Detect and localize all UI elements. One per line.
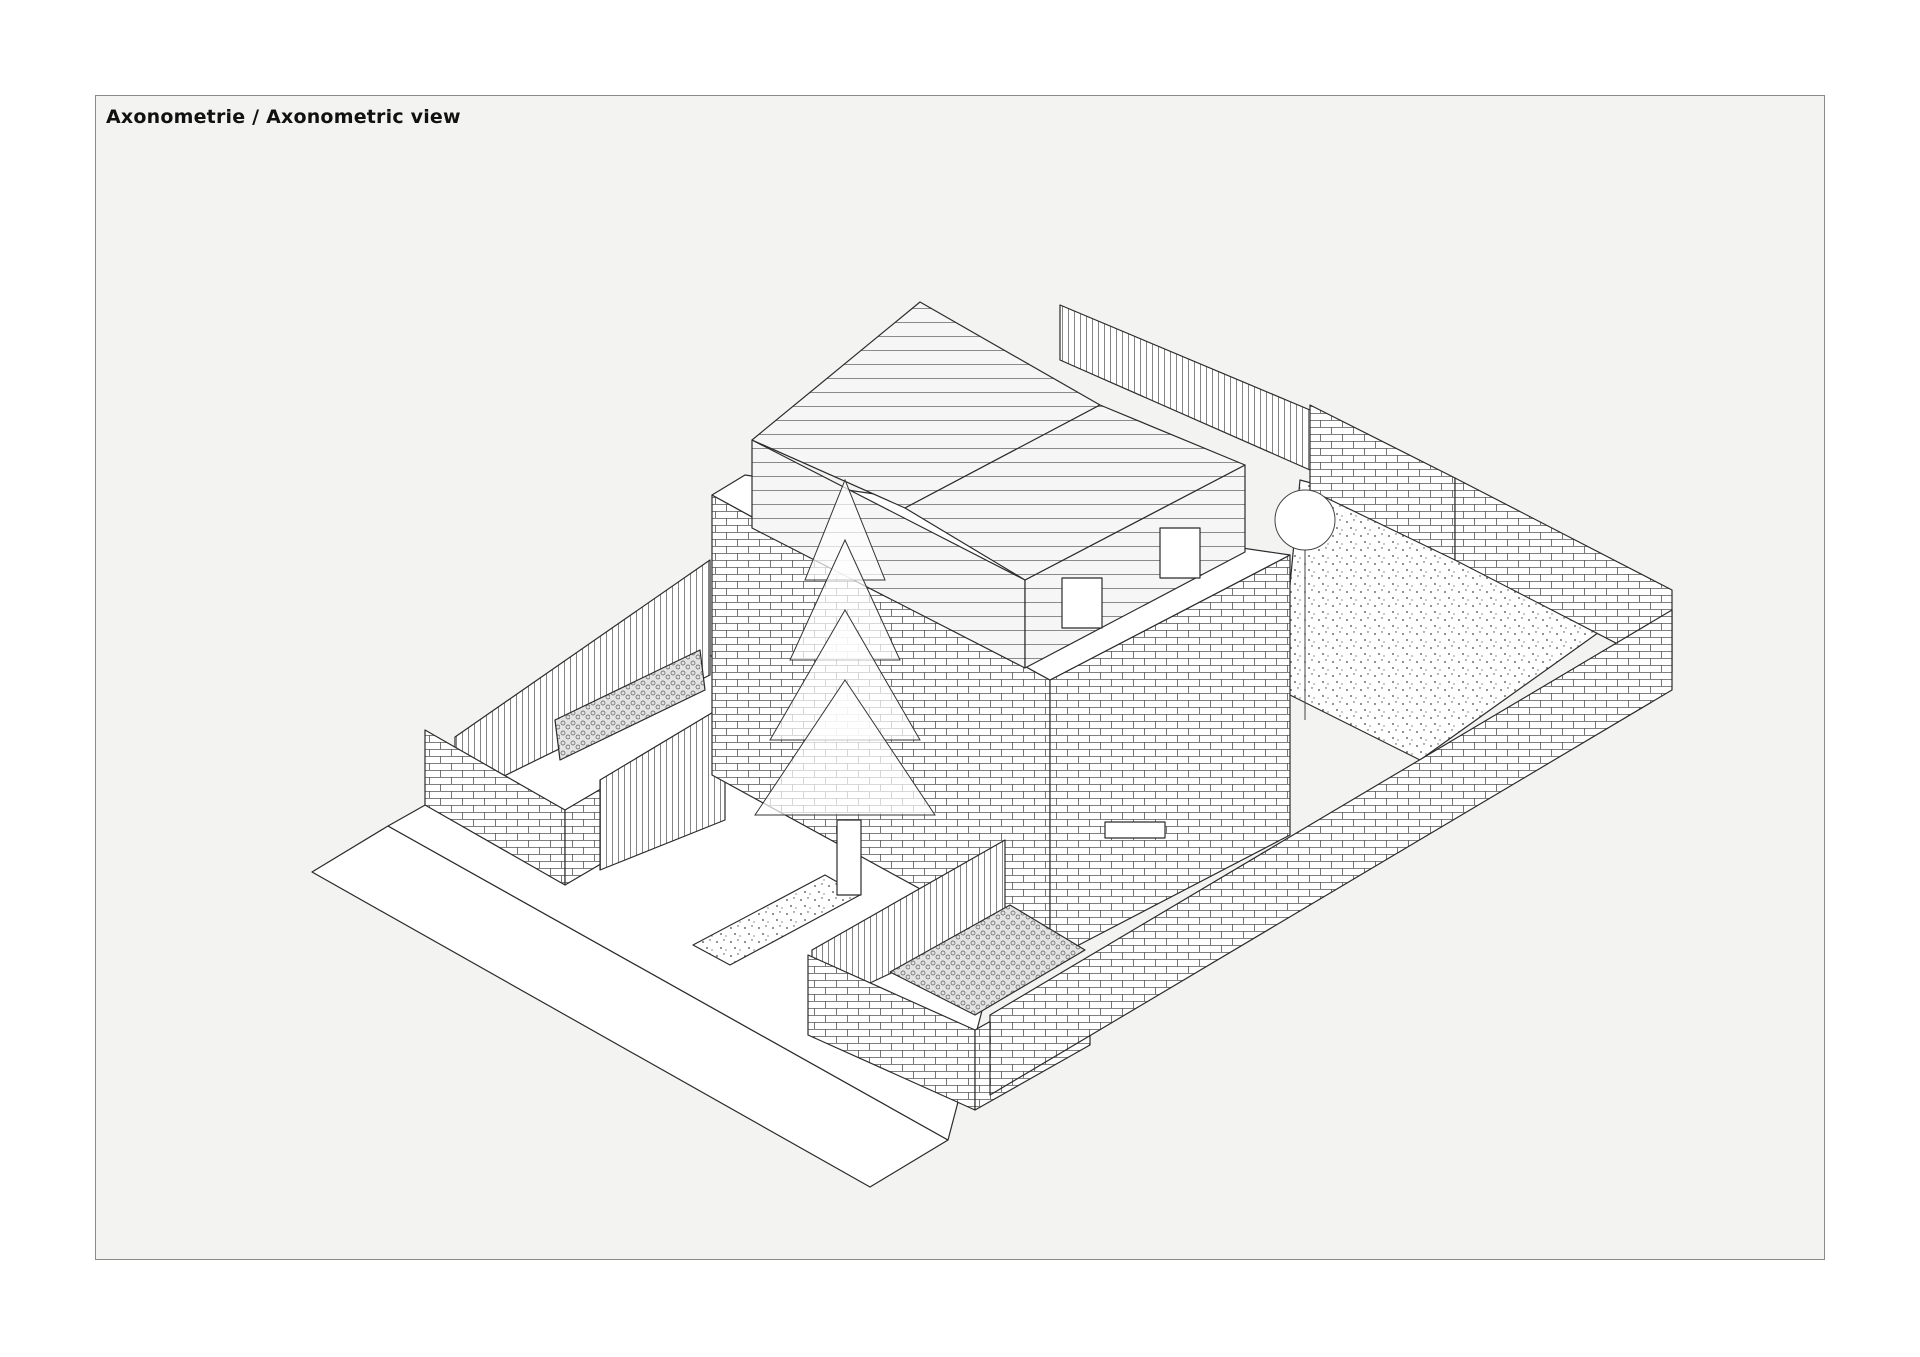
upper-window-2 [1159, 527, 1201, 579]
axonometric-drawing [311, 301, 1673, 1188]
ribbon-window [1104, 821, 1166, 839]
upper-window-1 [1061, 577, 1103, 629]
tree-trunk [836, 819, 862, 896]
